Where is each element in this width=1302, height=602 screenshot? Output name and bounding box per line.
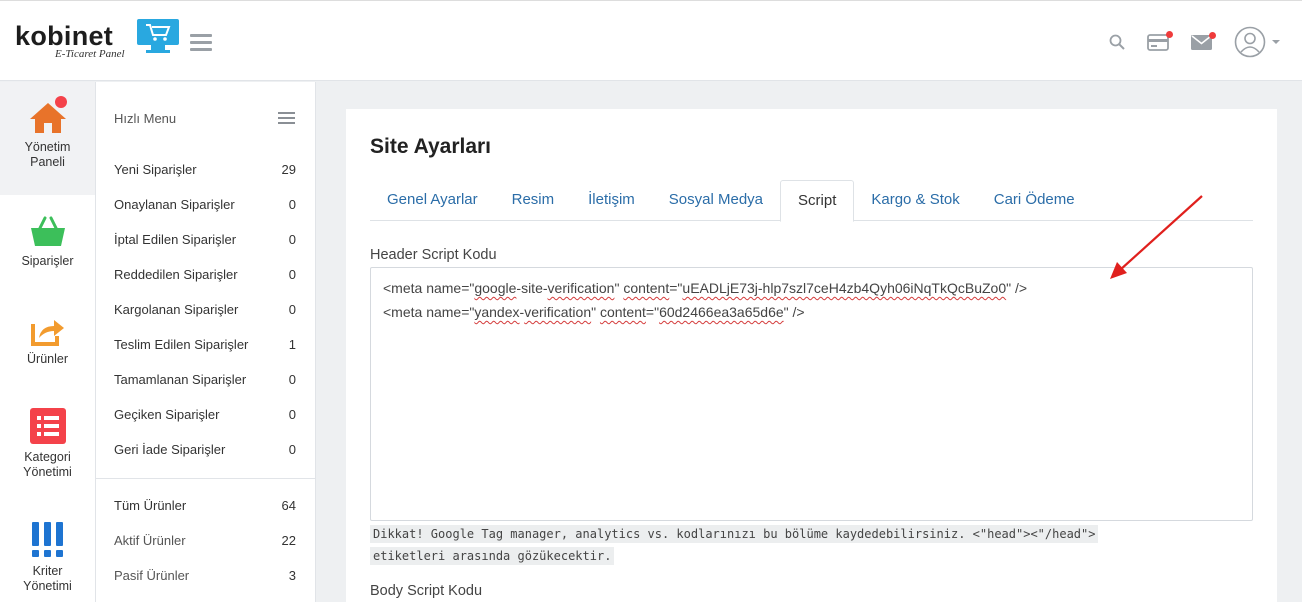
sidebar-item-label: Kriter Yönetimi [23,564,72,593]
tab-general[interactable]: Genel Ayarlar [370,180,495,221]
sidebar-item-products[interactable]: Ürünler [0,314,95,394]
item-label: Teslim Edilen Siparişler [114,337,249,352]
quick-menu-item[interactable]: Tamamlanan Siparişler 0 [114,372,296,392]
sidebar-item-label: Ürünler [27,352,68,366]
header-script-textarea[interactable]: <meta name="google-site-verification" co… [370,267,1253,521]
quick-menu-item[interactable]: Yeni Siparişler 29 [114,162,296,182]
quick-menu-item[interactable]: Geri İade Siparişler 0 [114,442,296,462]
share-icon [30,320,64,346]
logo-subtitle: E-Ticaret Panel [55,48,125,60]
body-script-label: Body Script Kodu [370,583,483,599]
item-count: 0 [288,442,296,457]
quick-menu: Hızlı Menu Yeni Siparişler 29 Onaylanan S… [96,82,316,602]
cart-logo-icon [137,19,179,53]
item-label: Kargolanan Siparişler [114,302,239,317]
sidebar-item-label: Yönetim Paneli [24,140,71,169]
hint-line: Dikkat! Google Tag manager, analytics vs… [370,525,1099,543]
tab-script[interactable]: Script [780,180,855,222]
hint-text: Dikkat! Google Tag manager, analytics vs… [370,523,1180,567]
quick-menu-item[interactable]: Tüm Ürünler 64 [114,498,296,518]
notification-dot [1166,30,1173,38]
quick-menu-item[interactable]: Aktif Ürünler 22 [114,533,296,553]
item-count: 64 [281,498,296,513]
hint-line: etiketleri arasında gözükecektir. [370,547,615,565]
item-label: Yeni Siparişler [114,162,197,177]
list-icon [29,408,66,444]
quick-menu-item[interactable]: Reddedilen Siparişler 0 [114,267,296,287]
page-title: Site Ayarları [370,135,492,158]
quick-menu-item[interactable]: Kargolanan Siparişler 0 [114,302,296,322]
quick-menu-item[interactable]: Pasif Ürünler 3 [114,568,296,588]
item-label: İptal Edilen Siparişler [114,232,237,247]
user-avatar-icon[interactable] [1234,26,1282,58]
item-count: 3 [288,568,296,583]
mail-icon[interactable] [1191,31,1216,50]
quick-menu-item[interactable]: Onaylanan Siparişler 0 [114,197,296,217]
item-count: 22 [281,533,296,548]
item-count: 29 [281,162,296,177]
item-count: 0 [288,372,296,387]
sidebar-item-dashboard[interactable]: Yönetim Paneli [0,82,95,195]
divider [96,478,315,479]
item-label: Pasif Ürünler [114,568,190,583]
item-label: Onaylanan Siparişler [114,197,235,212]
tab-image[interactable]: Resim [495,180,572,221]
main-sidebar: Yönetim Paneli Siparişler Ürünler Katego… [0,82,96,602]
sidebar-item-criteria[interactable]: Kriter Yönetimi [0,522,95,602]
notification-dot [55,96,67,108]
item-label: Tamamlanan Siparişler [114,372,247,387]
code-line: <meta name="yandex-verification" content… [383,304,805,320]
logo-text: kobinet [15,21,114,51]
quick-menu-title: Hızlı Menu [114,111,177,126]
grid-icon [31,522,63,557]
settings-panel: Site Ayarları Genel Ayarlar Resim İletiş… [346,109,1277,602]
sidebar-item-label: Siparişler [21,254,74,268]
item-label: Reddedilen Siparişler [114,267,238,282]
quick-menu-item[interactable]: İptal Edilen Siparişler 0 [114,232,296,252]
item-count: 0 [288,302,296,317]
logo[interactable]: kobinet E-Ticaret Panel [15,19,179,60]
item-count: 0 [288,407,296,422]
tab-contact[interactable]: İletişim [571,180,652,221]
item-label: Geri İade Siparişler [114,442,226,457]
sidebar-toggle-button[interactable] [190,34,212,52]
basket-icon [30,216,65,246]
sidebar-item-label: Kategori Yönetimi [23,450,72,479]
item-count: 0 [288,267,296,282]
card-icon[interactable] [1147,30,1173,51]
item-count: 0 [288,232,296,247]
quick-menu-item[interactable]: Teslim Edilen Siparişler 1 [114,337,296,357]
top-header: kobinet E-Ticaret Panel [0,0,1302,81]
header-actions [1087,25,1282,59]
sidebar-item-categories[interactable]: Kategori Yönetimi [0,408,95,488]
item-label: Geçiken Siparişler [114,407,220,422]
search-icon[interactable] [1109,34,1125,50]
item-label: Tüm Ürünler [114,498,187,513]
chevron-down-icon[interactable] [1270,38,1282,46]
annotation-arrow-icon [1110,195,1203,279]
item-count: 0 [288,197,296,212]
item-count: 1 [288,337,296,352]
tab-shipping-stock[interactable]: Kargo & Stok [854,180,976,221]
tab-account-payment[interactable]: Cari Ödeme [977,180,1092,221]
sidebar-item-orders[interactable]: Siparişler [0,216,95,296]
item-label: Aktif Ürünler [114,533,186,548]
notification-dot [1209,31,1216,39]
header-script-label: Header Script Kodu [370,247,497,263]
quick-menu-item[interactable]: Geçiken Siparişler 0 [114,407,296,427]
tab-social-media[interactable]: Sosyal Medya [652,180,780,221]
menu-icon[interactable] [278,112,295,127]
